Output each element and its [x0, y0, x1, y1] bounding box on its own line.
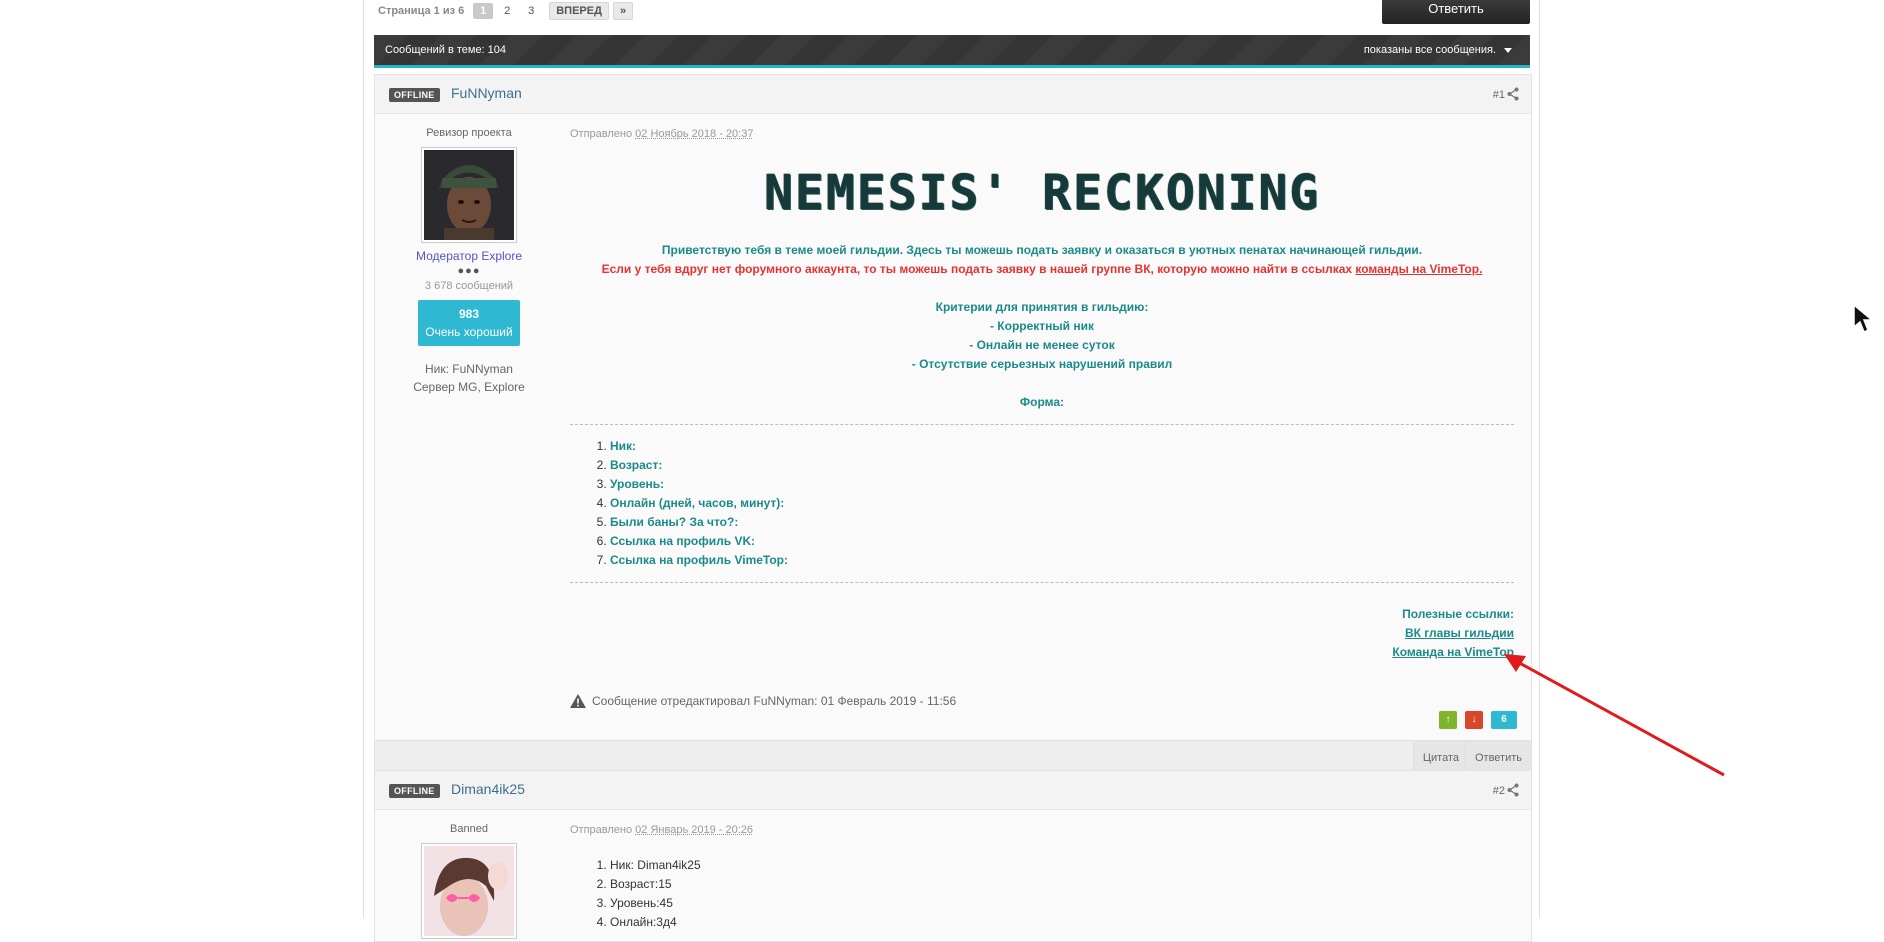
avatar-image: [424, 846, 514, 936]
divider: [570, 424, 1514, 425]
page-link-2[interactable]: 2: [497, 3, 517, 19]
status-badge: OFFLINE: [389, 88, 440, 102]
list-item: Уровень:45: [610, 894, 1514, 913]
user-title: Banned: [375, 823, 563, 835]
form-field-label: Были баны? За что?:: [610, 515, 738, 529]
list-item: Возраст:15: [610, 875, 1514, 894]
form-field-label: Уровень:: [610, 477, 664, 491]
list-item: Ник: Diman4ik25: [610, 856, 1514, 875]
form-field-label: Ник:: [610, 439, 636, 453]
useful-links-title: Полезные ссылки:: [570, 605, 1514, 624]
form-field-label: Возраст:: [610, 458, 662, 472]
vk-guild-leader-link[interactable]: ВК главы гильдии: [570, 624, 1514, 643]
last-page-button[interactable]: »: [613, 2, 633, 20]
posted-date-value: 02 Январь 2019 - 20:26: [635, 824, 753, 836]
form-field-label: Ссылка на профиль VimeTop:: [610, 553, 788, 567]
author-name-link[interactable]: Diman4ik25: [451, 781, 525, 797]
avatar-image: [424, 150, 514, 240]
edit-note: Сообщение отредактировал FuNNyman: 01 Фе…: [570, 694, 1514, 708]
annotation-arrow: [1500, 650, 1730, 780]
posted-prefix: Отправлено: [570, 128, 635, 140]
vimetop-team-link[interactable]: команды на VimeTop.: [1355, 262, 1482, 276]
posted-date: Отправлено 02 Ноябрь 2018 - 20:37: [570, 128, 1514, 140]
share-icon[interactable]: [1507, 783, 1519, 797]
user-title: Ревизор проекта: [375, 127, 563, 139]
post-filter-dropdown[interactable]: показаны все сообщения.: [1364, 44, 1512, 56]
next-page-button[interactable]: ВПЕРЕД: [549, 2, 609, 20]
intro-text: Приветствую тебя в теме моей гильдии. Зд…: [570, 241, 1514, 279]
user-group: Модератор Explore: [375, 249, 563, 263]
mouse-cursor-icon: [1852, 303, 1878, 335]
post-number-link[interactable]: #1: [1493, 89, 1505, 101]
chevron-down-icon: [1504, 48, 1512, 53]
vimetop-team-link[interactable]: Команда на VimeTop: [570, 643, 1514, 662]
pagination-label: Страница 1 из 6: [378, 5, 464, 17]
list-item: Возраст:: [610, 456, 1514, 475]
form-title: Форма:: [570, 393, 1514, 412]
reputation-value: 983: [418, 305, 520, 323]
post-2: OFFLINE Diman4ik25 #2 Banned Отправлено: [374, 770, 1532, 942]
vote-down-button[interactable]: ↓: [1465, 711, 1483, 729]
criteria-item: - Отсутствие серьезных нарушений правил: [570, 355, 1514, 374]
user-post-count: 3 678 сообщений: [375, 280, 563, 292]
post-1: OFFLINE FuNNyman #1 Ревизор проекта Моде…: [374, 74, 1532, 776]
list-item: Ссылка на профиль VK:: [610, 532, 1514, 551]
form-field-label: Ссылка на профиль VK:: [610, 534, 755, 548]
no-account-sentence: Если у тебя вдруг нет форумного аккаунта…: [602, 262, 1356, 276]
post-header: OFFLINE FuNNyman #1: [375, 75, 1531, 114]
user-info-panel: Banned: [375, 809, 563, 939]
criteria-title: Критерии для принятия в гильдию:: [570, 298, 1514, 317]
form-field-label: Онлайн (дней, часов, минут):: [610, 496, 784, 510]
user-server-field: Сервер MG, Explore: [375, 378, 563, 396]
post-body: Отправлено 02 Январь 2019 - 20:26 Ник: D…: [570, 809, 1514, 932]
status-badge: OFFLINE: [389, 784, 440, 798]
author-name-link[interactable]: FuNNyman: [451, 85, 522, 101]
page-link-3[interactable]: 3: [521, 3, 541, 19]
user-custom-fields: Ник: FuNNyman Сервер MG, Explore: [375, 360, 563, 396]
post-count-label: Сообщений в теме: 104: [385, 44, 506, 56]
post-header: OFFLINE Diman4ik25 #2: [375, 771, 1531, 810]
thread-header-bar: Сообщений в теме: 104 показаны все сообщ…: [374, 35, 1530, 68]
criteria-item: - Онлайн не менее суток: [570, 336, 1514, 355]
list-item: Онлайн:3д4: [610, 913, 1514, 932]
user-info-panel: Ревизор проекта Модератор Explore ●●● 3 …: [375, 113, 563, 396]
post-number-link[interactable]: #2: [1493, 785, 1505, 797]
posted-prefix: Отправлено: [570, 824, 635, 836]
list-item: Ссылка на профиль VimeTop:: [610, 551, 1514, 570]
list-item: Были баны? За что?:: [610, 513, 1514, 532]
reputation-label: Очень хороший: [425, 325, 512, 339]
avatar[interactable]: [421, 843, 517, 939]
greeting-text: Приветствую тебя в теме моей гильдии. Зд…: [570, 241, 1514, 260]
list-item: Ник:: [610, 437, 1514, 456]
reputation-badge[interactable]: 983 Очень хороший: [418, 300, 520, 346]
edit-note-text: Сообщение отредактировал FuNNyman: 01 Фе…: [592, 694, 956, 708]
divider: [570, 582, 1514, 583]
application-answers: Ник: Diman4ik25 Возраст:15 Уровень:45 Он…: [570, 856, 1514, 932]
share-icon[interactable]: [1507, 87, 1519, 101]
list-item: Уровень:: [610, 475, 1514, 494]
posted-date: Отправлено 02 Январь 2019 - 20:26: [570, 824, 1514, 836]
useful-links: Полезные ссылки: ВК главы гильдии Команд…: [570, 605, 1514, 662]
posted-date-value: 02 Ноябрь 2018 - 20:37: [635, 128, 753, 140]
no-account-text: Если у тебя вдруг нет форумного аккаунта…: [570, 260, 1514, 279]
application-form-list: Ник: Возраст: Уровень: Онлайн (дней, час…: [570, 437, 1514, 570]
guild-title-banner: NEMESIS' RECKONING: [570, 165, 1514, 221]
vote-up-button[interactable]: ↑: [1439, 711, 1457, 729]
avatar[interactable]: [421, 147, 517, 243]
page-link-1[interactable]: 1: [473, 3, 493, 19]
pagination: Страница 1 из 6 1 2 3 ВПЕРЕД »: [378, 2, 633, 20]
list-item: Онлайн (дней, часов, минут):: [610, 494, 1514, 513]
criteria-item: - Корректный ник: [570, 317, 1514, 336]
post-body: Отправлено 02 Ноябрь 2018 - 20:37 NEMESI…: [570, 113, 1514, 708]
rank-pips: ●●●: [375, 265, 563, 277]
warning-icon: [570, 694, 586, 708]
post-filter-label: показаны все сообщения.: [1364, 44, 1496, 56]
reply-topic-button[interactable]: Ответить: [1382, 0, 1530, 24]
user-nick-field: Ник: FuNNyman: [375, 360, 563, 378]
criteria-block: Критерии для принятия в гильдию: - Корре…: [570, 298, 1514, 374]
